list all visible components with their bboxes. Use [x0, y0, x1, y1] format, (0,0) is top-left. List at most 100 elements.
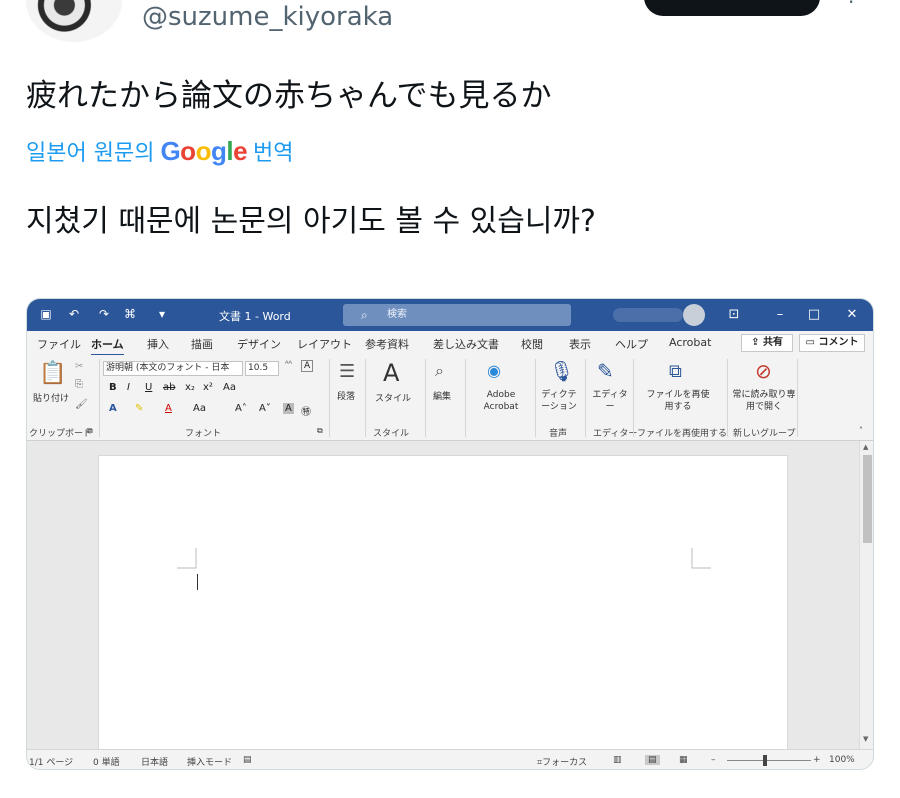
tab-draw[interactable]: 描画 [191, 336, 213, 352]
tab-layout[interactable]: レイアウト [297, 336, 352, 352]
close-icon[interactable]: ✕ [841, 305, 863, 325]
user-handle[interactable]: @suzume_kiyoraka [142, 2, 393, 32]
undo-icon[interactable]: ↶ [67, 307, 81, 321]
format-painter-icon[interactable]: 🖌 [75, 399, 88, 410]
tab-review[interactable]: 校閲 [521, 336, 543, 352]
search-input[interactable]: ⌕ 検索 [343, 304, 571, 326]
redo-icon[interactable]: ↷ [97, 307, 111, 321]
group-reuse-label: ファイルを再使用する [637, 429, 728, 439]
avatar[interactable] [26, 0, 122, 42]
document-page[interactable] [98, 455, 788, 755]
editor-icon[interactable]: ✎ [597, 359, 614, 383]
shrink-font-icon[interactable]: A˅ [259, 403, 271, 414]
microphone-icon[interactable]: 🎙 [549, 359, 574, 383]
tab-mailings[interactable]: 差し込み文書 [433, 336, 499, 352]
font-size-field[interactable]: 10.5 [245, 361, 279, 376]
divider [727, 359, 728, 437]
autosave-icon[interactable]: ⌘ [123, 307, 137, 321]
text-effects-icon[interactable]: A [109, 403, 117, 414]
paragraph-icon[interactable]: ☰ [339, 361, 355, 382]
share-button[interactable]: ⇪ 共有 [741, 334, 793, 352]
more-options-icon[interactable]: · [848, 0, 856, 14]
subscript-icon[interactable]: x₂ [185, 382, 195, 393]
zoom-slider-knob[interactable] [763, 755, 767, 766]
word-count[interactable]: 0 単語 [93, 755, 120, 768]
editor-label[interactable]: エディター [591, 389, 629, 413]
comment-button[interactable]: ▭ コメント [799, 334, 865, 352]
tweet-text: 疲れたから論文の赤ちゃんでも見るか [26, 78, 552, 114]
enclose-char-icon[interactable]: ㊕ [301, 403, 311, 418]
reuse-file-icon[interactable]: ⧉ [669, 361, 682, 382]
zoom-in-icon[interactable]: + [813, 755, 821, 765]
web-layout-icon[interactable]: ▦ [679, 755, 688, 765]
clipboard-launcher-icon[interactable]: ⧉ [87, 426, 93, 436]
margin-corner-top-left [177, 548, 197, 569]
print-layout-icon[interactable]: ▤ [645, 755, 660, 765]
superscript-icon[interactable]: x² [203, 382, 213, 393]
scroll-thumb[interactable] [863, 455, 872, 543]
tab-acrobat[interactable]: Acrobat [669, 336, 711, 349]
copy-icon[interactable]: ⎘ [75, 379, 83, 390]
tab-home[interactable]: ホーム [91, 336, 124, 356]
minimize-icon[interactable]: – [769, 305, 791, 325]
aa-size-icon[interactable]: Aa [193, 403, 206, 414]
group-clipboard-label: クリップボード [29, 429, 93, 439]
divider [535, 359, 536, 437]
account-name[interactable] [613, 308, 683, 322]
adobe-acrobat-label[interactable]: Adobe Acrobat [471, 389, 531, 413]
cut-icon[interactable]: ✂ [75, 361, 83, 372]
adobe-icon[interactable]: ◉ [487, 361, 501, 380]
page-count[interactable]: 1/1 ページ [29, 755, 73, 768]
change-case-icon[interactable]: Aa [223, 382, 236, 393]
tab-design[interactable]: デザイン [237, 336, 281, 352]
language[interactable]: 日本語 [141, 755, 168, 768]
font-name-field[interactable]: 游明朝 (本文のフォント - 日本 [103, 361, 243, 376]
underline-icon[interactable]: U [145, 382, 152, 393]
word-screenshot[interactable]: ▣ ↶ ↷ ⌘ ▾ 文書 1 - Word ⌕ 検索 ⊡ – □ ✕ ファイル … [26, 298, 874, 770]
account-avatar[interactable] [683, 304, 705, 326]
maximize-icon[interactable]: □ [803, 305, 825, 325]
paste-label[interactable]: 貼り付け [33, 391, 69, 404]
tab-view[interactable]: 表示 [569, 336, 591, 352]
reuse-label[interactable]: ファイルを再使用する [645, 389, 711, 413]
font-launcher-icon[interactable]: ⧉ [317, 426, 323, 436]
read-mode-icon[interactable]: ▥ [613, 755, 622, 765]
insert-mode[interactable]: 挿入モード [187, 755, 232, 768]
styles-icon[interactable]: A [383, 359, 399, 387]
highlight-icon[interactable]: ✎ [135, 403, 143, 414]
vertical-scrollbar[interactable]: ▲ ▼ [859, 441, 873, 749]
readonly-icon[interactable]: ⊘ [755, 359, 772, 383]
focus-button[interactable]: ⌗フォーカス [537, 755, 587, 768]
customize-qat-icon[interactable]: ▾ [155, 307, 169, 321]
italic-icon[interactable]: I [127, 382, 130, 393]
collapse-ribbon-icon[interactable]: ˄ [859, 426, 863, 435]
font-color-icon[interactable]: A [165, 403, 172, 414]
zoom-level[interactable]: 100% [829, 755, 855, 765]
find-icon[interactable]: ⌕ [435, 361, 444, 381]
readonly-label[interactable]: 常に読み取り専用で開く [731, 389, 797, 413]
tab-references[interactable]: 参考資料 [365, 336, 409, 352]
zoom-slider[interactable] [727, 760, 811, 761]
translation-attribution[interactable]: 일본어 원문의 Google 번역 [26, 135, 294, 167]
tab-help[interactable]: ヘルプ [615, 336, 648, 352]
ribbon-display-icon[interactable]: ⊡ [723, 305, 745, 325]
scroll-down-icon[interactable]: ▼ [863, 735, 868, 743]
follow-button[interactable] [644, 0, 820, 16]
edit-label[interactable]: 編集 [433, 389, 451, 402]
paragraph-label[interactable]: 段落 [337, 389, 355, 402]
tab-file[interactable]: ファイル [37, 336, 81, 352]
zoom-out-icon[interactable]: – [711, 755, 716, 765]
style-label[interactable]: スタイル [375, 391, 411, 404]
scroll-up-icon[interactable]: ▲ [863, 443, 868, 451]
char-shading-icon[interactable]: A [283, 403, 294, 414]
paste-icon[interactable]: 📋 [39, 361, 66, 386]
strikethrough-icon[interactable]: ab [163, 382, 175, 393]
grow-font-icon[interactable]: A˄ [235, 403, 247, 414]
clear-format-icon[interactable]: A [301, 360, 314, 372]
tab-insert[interactable]: 挿入 [147, 336, 169, 352]
dictate-label[interactable]: ディクテーション [537, 389, 581, 413]
save-icon[interactable]: ▣ [39, 307, 53, 321]
grow-shrink-icon[interactable]: ᴬᴬ [285, 359, 292, 368]
accessibility-icon[interactable]: ▤ [243, 755, 252, 765]
bold-icon[interactable]: B [109, 382, 117, 393]
